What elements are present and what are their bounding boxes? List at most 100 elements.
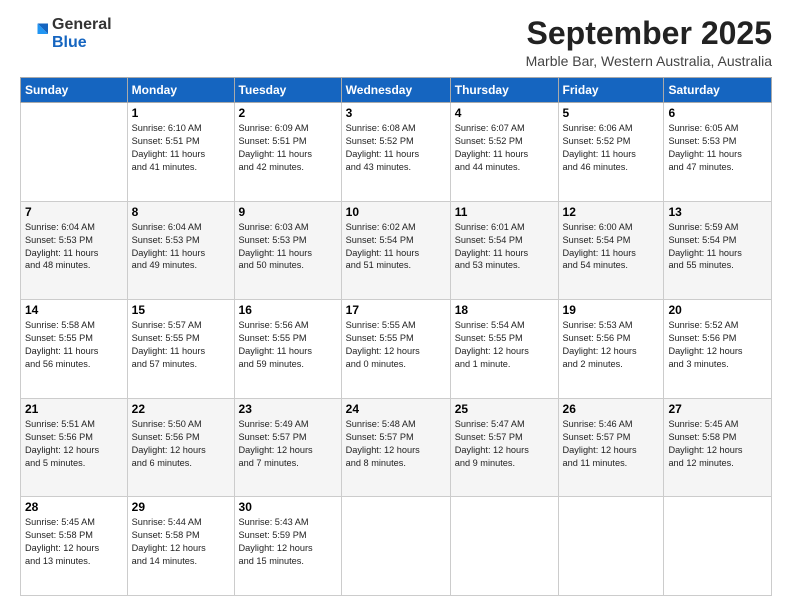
- day-number: 22: [132, 402, 230, 416]
- day-info: Sunrise: 5:56 AM Sunset: 5:55 PM Dayligh…: [239, 319, 337, 371]
- day-number: 18: [455, 303, 554, 317]
- calendar-cell: 14Sunrise: 5:58 AM Sunset: 5:55 PM Dayli…: [21, 300, 128, 399]
- logo: General Blue: [20, 16, 112, 51]
- day-info: Sunrise: 6:02 AM Sunset: 5:54 PM Dayligh…: [346, 221, 446, 273]
- calendar-cell: 19 Sunrise: 5:53 AM Sunset: 5:56 PM Dayli…: [558, 300, 664, 399]
- day-number: 3: [346, 106, 446, 120]
- header: General Blue September 2025 Marble Bar, …: [20, 16, 772, 69]
- calendar-cell: 8 Sunrise: 6:04 AM Sunset: 5:53 PM Daylig…: [127, 201, 234, 300]
- calendar-cell: 20 Sunrise: 5:52 AM Sunset: 5:56 PM Dayli…: [664, 300, 772, 399]
- day-info: Sunrise: 6:06 AM Sunset: 5:52 PM Dayligh…: [563, 122, 660, 174]
- day-info: Sunrise: 6:00 AM Sunset: 5:54 PM Dayligh…: [563, 221, 660, 273]
- calendar-week-row: 28 Sunrise: 5:45 AM Sunset: 5:58 PM Dayli…: [21, 497, 772, 596]
- month-title: September 2025: [526, 16, 772, 51]
- calendar-cell: 15 Sunrise: 5:57 AM Sunset: 5:55 PM Dayli…: [127, 300, 234, 399]
- day-info: Sunrise: 5:55 AM Sunset: 5:55 PM Dayligh…: [346, 319, 446, 371]
- day-info: Sunrise: 5:53 AM Sunset: 5:56 PM Dayligh…: [563, 319, 660, 371]
- calendar-cell: 7 Sunrise: 6:04 AM Sunset: 5:53 PM Daylig…: [21, 201, 128, 300]
- day-number: 7: [25, 205, 123, 219]
- calendar-cell: 21 Sunrise: 5:51 AM Sunset: 5:56 PM Dayli…: [21, 398, 128, 497]
- day-number: 21: [25, 402, 123, 416]
- logo-general: General: [52, 16, 112, 34]
- calendar-cell: 17 Sunrise: 5:55 AM Sunset: 5:55 PM Dayli…: [341, 300, 450, 399]
- day-info: Sunrise: 5:45 AM Sunset: 5:58 PM Dayligh…: [668, 418, 767, 470]
- calendar-week-row: 7 Sunrise: 6:04 AM Sunset: 5:53 PM Daylig…: [21, 201, 772, 300]
- day-info: Sunrise: 6:08 AM Sunset: 5:52 PM Dayligh…: [346, 122, 446, 174]
- logo-blue: Blue: [52, 34, 112, 52]
- day-info: Sunrise: 5:48 AM Sunset: 5:57 PM Dayligh…: [346, 418, 446, 470]
- day-number: 4: [455, 106, 554, 120]
- col-sunday: Sunday: [21, 78, 128, 103]
- calendar-cell: 26Sunrise: 5:46 AM Sunset: 5:57 PM Dayli…: [558, 398, 664, 497]
- day-number: 12: [563, 205, 660, 219]
- day-number: 13: [668, 205, 767, 219]
- day-number: 30: [239, 500, 337, 514]
- day-info: Sunrise: 5:43 AM Sunset: 5:59 PM Dayligh…: [239, 516, 337, 568]
- day-info: Sunrise: 5:51 AM Sunset: 5:56 PM Dayligh…: [25, 418, 123, 470]
- day-info: Sunrise: 5:45 AM Sunset: 5:58 PM Dayligh…: [25, 516, 123, 568]
- day-number: 29: [132, 500, 230, 514]
- calendar-header-row: Sunday Monday Tuesday Wednesday Thursday…: [21, 78, 772, 103]
- day-number: 8: [132, 205, 230, 219]
- day-info: Sunrise: 5:59 AM Sunset: 5:54 PM Dayligh…: [668, 221, 767, 273]
- day-number: 15: [132, 303, 230, 317]
- day-info: Sunrise: 5:54 AM Sunset: 5:55 PM Dayligh…: [455, 319, 554, 371]
- day-number: 17: [346, 303, 446, 317]
- calendar-cell: 27 Sunrise: 5:45 AM Sunset: 5:58 PM Dayli…: [664, 398, 772, 497]
- calendar-table: Sunday Monday Tuesday Wednesday Thursday…: [20, 77, 772, 596]
- day-info: Sunrise: 5:49 AM Sunset: 5:57 PM Dayligh…: [239, 418, 337, 470]
- calendar-week-row: 14Sunrise: 5:58 AM Sunset: 5:55 PM Dayli…: [21, 300, 772, 399]
- day-number: 19: [563, 303, 660, 317]
- calendar-cell: 1 Sunrise: 6:10 AM Sunset: 5:51 PM Daylig…: [127, 103, 234, 202]
- calendar-cell: 3 Sunrise: 6:08 AM Sunset: 5:52 PM Daylig…: [341, 103, 450, 202]
- day-number: 20: [668, 303, 767, 317]
- calendar-cell: 5Sunrise: 6:06 AM Sunset: 5:52 PM Daylig…: [558, 103, 664, 202]
- day-info: Sunrise: 5:50 AM Sunset: 5:56 PM Dayligh…: [132, 418, 230, 470]
- calendar-cell: 9 Sunrise: 6:03 AM Sunset: 5:53 PM Daylig…: [234, 201, 341, 300]
- calendar-cell: [558, 497, 664, 596]
- calendar-week-row: 1 Sunrise: 6:10 AM Sunset: 5:51 PM Daylig…: [21, 103, 772, 202]
- day-number: 11: [455, 205, 554, 219]
- calendar-cell: 4 Sunrise: 6:07 AM Sunset: 5:52 PM Daylig…: [450, 103, 558, 202]
- calendar-cell: [21, 103, 128, 202]
- calendar-cell: 28 Sunrise: 5:45 AM Sunset: 5:58 PM Dayli…: [21, 497, 128, 596]
- day-info: Sunrise: 5:52 AM Sunset: 5:56 PM Dayligh…: [668, 319, 767, 371]
- day-number: 25: [455, 402, 554, 416]
- col-wednesday: Wednesday: [341, 78, 450, 103]
- day-info: Sunrise: 6:05 AM Sunset: 5:53 PM Dayligh…: [668, 122, 767, 174]
- day-info: Sunrise: 6:04 AM Sunset: 5:53 PM Dayligh…: [132, 221, 230, 273]
- day-info: Sunrise: 5:44 AM Sunset: 5:58 PM Dayligh…: [132, 516, 230, 568]
- col-saturday: Saturday: [664, 78, 772, 103]
- calendar-cell: 11Sunrise: 6:01 AM Sunset: 5:54 PM Dayli…: [450, 201, 558, 300]
- day-number: 1: [132, 106, 230, 120]
- day-number: 9: [239, 205, 337, 219]
- day-number: 14: [25, 303, 123, 317]
- col-monday: Monday: [127, 78, 234, 103]
- page: General Blue September 2025 Marble Bar, …: [0, 0, 792, 612]
- day-info: Sunrise: 6:10 AM Sunset: 5:51 PM Dayligh…: [132, 122, 230, 174]
- day-info: Sunrise: 6:04 AM Sunset: 5:53 PM Dayligh…: [25, 221, 123, 273]
- title-block: September 2025 Marble Bar, Western Austr…: [526, 16, 772, 69]
- day-info: Sunrise: 5:47 AM Sunset: 5:57 PM Dayligh…: [455, 418, 554, 470]
- day-number: 28: [25, 500, 123, 514]
- logo-icon: [20, 20, 48, 48]
- day-number: 24: [346, 402, 446, 416]
- calendar-cell: 30 Sunrise: 5:43 AM Sunset: 5:59 PM Dayli…: [234, 497, 341, 596]
- day-info: Sunrise: 6:09 AM Sunset: 5:51 PM Dayligh…: [239, 122, 337, 174]
- calendar-cell: 25 Sunrise: 5:47 AM Sunset: 5:57 PM Dayli…: [450, 398, 558, 497]
- day-number: 27: [668, 402, 767, 416]
- calendar-cell: [450, 497, 558, 596]
- day-info: Sunrise: 6:07 AM Sunset: 5:52 PM Dayligh…: [455, 122, 554, 174]
- day-number: 6: [668, 106, 767, 120]
- calendar-cell: 16 Sunrise: 5:56 AM Sunset: 5:55 PM Dayli…: [234, 300, 341, 399]
- calendar-cell: 18 Sunrise: 5:54 AM Sunset: 5:55 PM Dayli…: [450, 300, 558, 399]
- day-number: 26: [563, 402, 660, 416]
- day-info: Sunrise: 6:03 AM Sunset: 5:53 PM Dayligh…: [239, 221, 337, 273]
- day-number: 16: [239, 303, 337, 317]
- day-number: 10: [346, 205, 446, 219]
- calendar-cell: 12 Sunrise: 6:00 AM Sunset: 5:54 PM Dayli…: [558, 201, 664, 300]
- calendar-cell: 24 Sunrise: 5:48 AM Sunset: 5:57 PM Dayli…: [341, 398, 450, 497]
- day-info: Sunrise: 5:57 AM Sunset: 5:55 PM Dayligh…: [132, 319, 230, 371]
- calendar-cell: 23Sunrise: 5:49 AM Sunset: 5:57 PM Dayli…: [234, 398, 341, 497]
- calendar-week-row: 21 Sunrise: 5:51 AM Sunset: 5:56 PM Dayli…: [21, 398, 772, 497]
